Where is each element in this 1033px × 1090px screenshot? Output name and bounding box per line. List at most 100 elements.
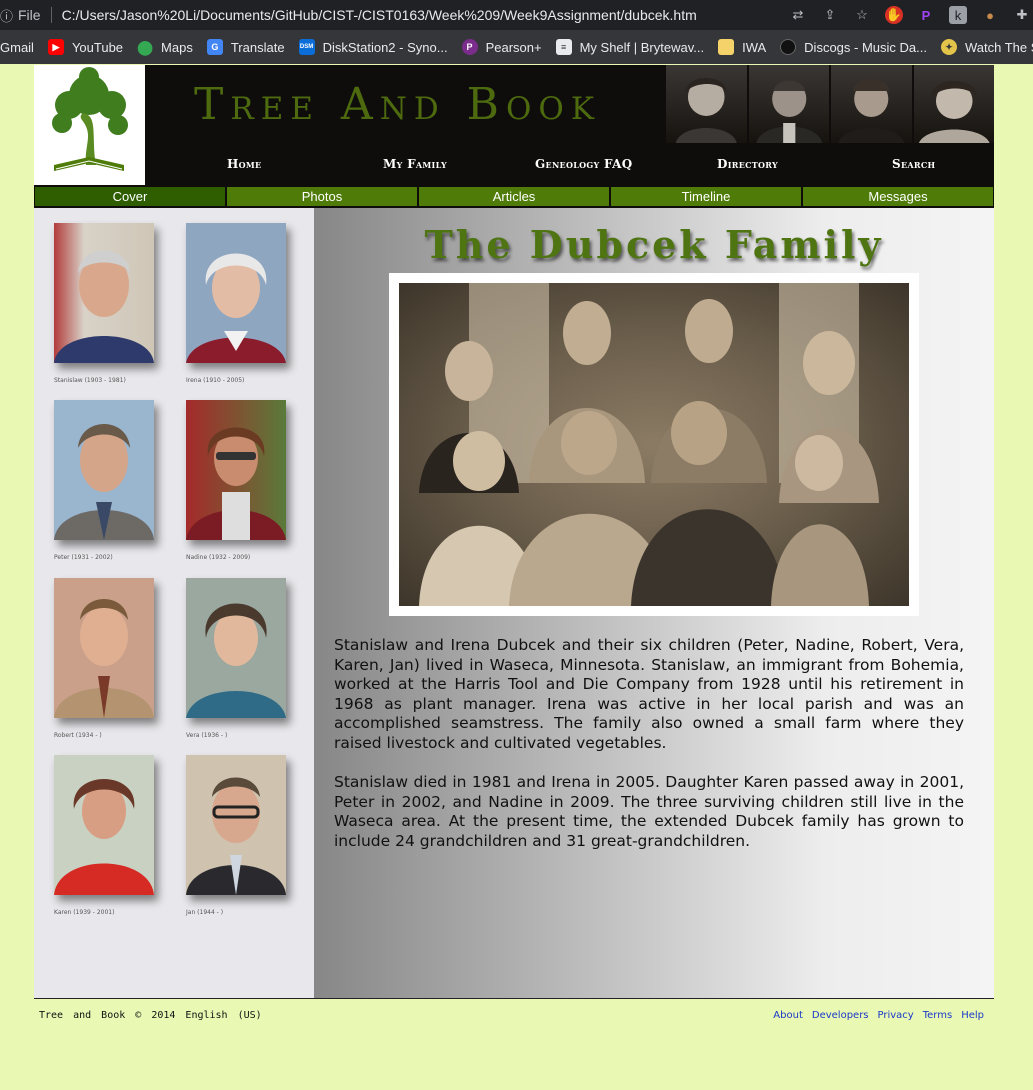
- youtube-icon: ▶: [47, 39, 64, 55]
- discogs-icon: [780, 39, 797, 55]
- page-container: Tree And Book Home My Family Geneology F…: [34, 65, 994, 998]
- bookmark-translate[interactable]: G Translate: [201, 33, 291, 61]
- bookmark-label: Gmail: [0, 39, 34, 55]
- portrait-photo: [186, 578, 286, 718]
- person-caption: Irena (1910 - 2005): [186, 377, 245, 384]
- bookmark-label: YouTube: [71, 39, 124, 55]
- extension-p-icon[interactable]: P: [917, 6, 935, 24]
- family-group-photo: [399, 283, 909, 606]
- header-photo-strip: [666, 65, 994, 145]
- person-card[interactable]: Jan (1944 - ): [186, 755, 286, 916]
- extensions-puzzle-icon[interactable]: ✚: [1013, 6, 1031, 24]
- bookmark-diskstation[interactable]: DSM DiskStation2 - Syno...: [293, 33, 454, 61]
- info-icon[interactable]: ⓘ: [0, 6, 13, 25]
- footer-divider: [34, 998, 994, 999]
- bookmark-label: Discogs - Music Da...: [804, 39, 927, 55]
- bookmark-star-icon[interactable]: ☆: [853, 6, 871, 24]
- header-portrait: [913, 65, 994, 143]
- tab-timeline[interactable]: Timeline: [610, 186, 802, 207]
- person-caption: Karen (1939 - 2001): [54, 909, 115, 916]
- bookmark-youtube[interactable]: ▶ YouTube: [42, 33, 129, 61]
- header-portrait: [666, 65, 747, 143]
- cookie-extension-icon[interactable]: ●: [981, 6, 999, 24]
- maps-icon: ⬤: [137, 38, 153, 55]
- pearson-icon: P: [461, 39, 478, 55]
- footer-link-about[interactable]: About: [773, 1010, 803, 1021]
- bookmarks-bar: Gmail ▶ YouTube ⬤ Maps G Translate DSM D…: [0, 30, 1033, 64]
- bookmark-label: My Shelf | Brytewav...: [579, 39, 705, 55]
- header-portrait: [748, 65, 829, 143]
- extension-k-icon[interactable]: k: [949, 6, 967, 24]
- bookmark-myshelf[interactable]: ≡ My Shelf | Brytewav...: [550, 33, 711, 61]
- nav-search[interactable]: Search: [892, 157, 935, 171]
- person-card[interactable]: Karen (1939 - 2001): [54, 755, 154, 916]
- person-card[interactable]: Peter (1931 - 2002): [54, 400, 154, 561]
- nav-directory[interactable]: Directory: [717, 157, 778, 171]
- person-card[interactable]: Stanislaw (1903 - 1981): [54, 223, 154, 384]
- person-caption: Peter (1931 - 2002): [54, 554, 113, 561]
- header-portrait: [831, 65, 912, 143]
- tab-messages[interactable]: Messages: [802, 186, 994, 207]
- bookmark-watch[interactable]: ✦ Watch The Secret...: [935, 33, 1033, 61]
- portrait-photo: [186, 223, 286, 363]
- file-label: File: [18, 7, 41, 23]
- portrait-photo: [186, 400, 286, 540]
- person-caption: Stanislaw (1903 - 1981): [54, 377, 126, 384]
- portrait-photo: [54, 223, 154, 363]
- person-caption: Vera (1936 - ): [186, 732, 228, 739]
- share-icon[interactable]: ⇪: [821, 6, 839, 24]
- main-content: The Dubcek Family Stanislaw and Irena Du…: [314, 208, 994, 998]
- bookmark-label: Watch The Secret...: [964, 39, 1033, 55]
- bookmark-label: Pearson+: [485, 39, 542, 55]
- top-navigation: Home My Family Geneology FAQ Directory S…: [34, 157, 994, 177]
- person-caption: Robert (1934 - ): [54, 732, 102, 739]
- person-card[interactable]: Vera (1936 - ): [186, 578, 286, 739]
- tab-photos[interactable]: Photos: [226, 186, 418, 207]
- section-tabs: Cover Photos Articles Timeline Messages: [34, 186, 994, 208]
- divider: [50, 7, 52, 23]
- dsm-icon: DSM: [298, 39, 315, 55]
- portrait-photo: [54, 755, 154, 895]
- bookmark-label: IWA: [742, 39, 767, 55]
- site-title: Tree And Book: [194, 79, 601, 130]
- bookmark-label: Maps: [161, 39, 193, 55]
- tab-cover[interactable]: Cover: [34, 186, 226, 207]
- person-card[interactable]: Nadine (1932 - 2009): [186, 400, 286, 561]
- bookmark-label: Translate: [230, 39, 285, 55]
- family-history-paragraph: Stanislaw died in 1981 and Irena in 2005…: [334, 773, 964, 850]
- family-photo-frame: [389, 273, 919, 616]
- adblock-extension-icon[interactable]: ✋: [885, 6, 903, 24]
- portrait-photo: [54, 400, 154, 540]
- footer-copyright: Tree and Book © 2014 English (US): [39, 1010, 262, 1021]
- portrait-photo: [186, 755, 286, 895]
- watch-icon: ✦: [940, 39, 957, 55]
- shelf-icon: ≡: [555, 39, 572, 55]
- person-caption: Jan (1944 - ): [186, 909, 224, 916]
- bookmark-discogs[interactable]: Discogs - Music Da...: [774, 33, 933, 61]
- footer-link-help[interactable]: Help: [961, 1010, 984, 1021]
- person-caption: Nadine (1932 - 2009): [186, 554, 251, 561]
- bookmark-maps[interactable]: ⬤ Maps: [131, 33, 199, 61]
- url-field[interactable]: C:/Users/Jason%20Li/Documents/GitHub/CIS…: [62, 7, 697, 23]
- browser-actions: ⇄ ⇪ ☆ ✋ P k ● ✚: [789, 0, 1033, 30]
- translate-page-icon[interactable]: ⇄: [789, 6, 807, 24]
- person-card[interactable]: Robert (1934 - ): [54, 578, 154, 739]
- page-title: The Dubcek Family: [424, 222, 884, 267]
- portrait-photo: [54, 578, 154, 718]
- footer-links: About Developers Privacy Terms Help: [773, 1010, 984, 1021]
- site-header: Tree And Book Home My Family Geneology F…: [34, 65, 994, 186]
- person-card[interactable]: Irena (1910 - 2005): [186, 223, 286, 384]
- family-members-sidebar: Stanislaw (1903 - 1981) Irena (1910 - 20…: [34, 208, 314, 998]
- footer-link-privacy[interactable]: Privacy: [878, 1010, 914, 1021]
- nav-home[interactable]: Home: [227, 157, 261, 171]
- bookmark-gmail[interactable]: Gmail: [0, 33, 40, 61]
- folder-icon: [718, 39, 735, 55]
- footer-link-developers[interactable]: Developers: [812, 1010, 869, 1021]
- footer-link-terms[interactable]: Terms: [923, 1010, 952, 1021]
- bookmark-pearson[interactable]: P Pearson+: [456, 33, 548, 61]
- family-description-paragraph: Stanislaw and Irena Dubcek and their six…: [334, 636, 964, 752]
- tab-articles[interactable]: Articles: [418, 186, 610, 207]
- nav-geneology-faq[interactable]: Geneology FAQ: [535, 157, 633, 171]
- bookmark-iwa[interactable]: IWA: [712, 33, 772, 61]
- nav-my-family[interactable]: My Family: [383, 157, 447, 171]
